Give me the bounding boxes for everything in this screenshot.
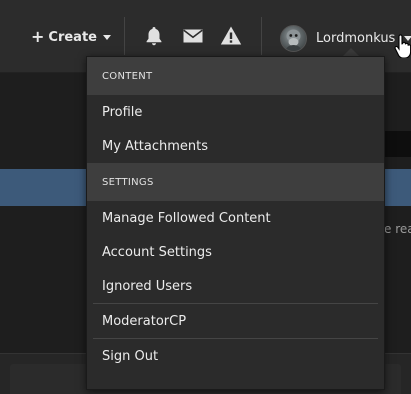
menu-item-sign-out[interactable]: Sign Out <box>87 339 384 373</box>
background-partial-text: e reac <box>384 222 411 236</box>
menu-item-account-settings[interactable]: Account Settings <box>87 235 384 269</box>
divider <box>261 17 262 55</box>
menu-section-settings: SETTINGS <box>87 163 384 201</box>
avatar <box>280 24 307 52</box>
create-button[interactable]: + Create <box>31 26 111 48</box>
plus-icon: + <box>31 27 45 46</box>
bell-icon[interactable] <box>142 24 166 48</box>
menu-item-my-attachments[interactable]: My Attachments <box>87 129 384 163</box>
warning-icon[interactable] <box>219 24 243 48</box>
menu-item-manage-followed-content[interactable]: Manage Followed Content <box>87 201 384 235</box>
menu-item-moderatorcp[interactable]: ModeratorCP <box>87 304 384 338</box>
menu-section-content: CONTENT <box>87 57 384 95</box>
user-dropdown-menu: CONTENT Profile My Attachments SETTINGS … <box>86 56 385 390</box>
menu-item-ignored-users[interactable]: Ignored Users <box>87 269 384 303</box>
hand-cursor-icon <box>394 34 411 58</box>
divider <box>124 17 125 55</box>
chevron-down-icon <box>102 34 111 40</box>
envelope-icon[interactable] <box>181 24 205 48</box>
username: Lordmonkus <box>316 30 396 46</box>
create-label: Create <box>48 29 97 45</box>
menu-item-profile[interactable]: Profile <box>87 95 384 129</box>
